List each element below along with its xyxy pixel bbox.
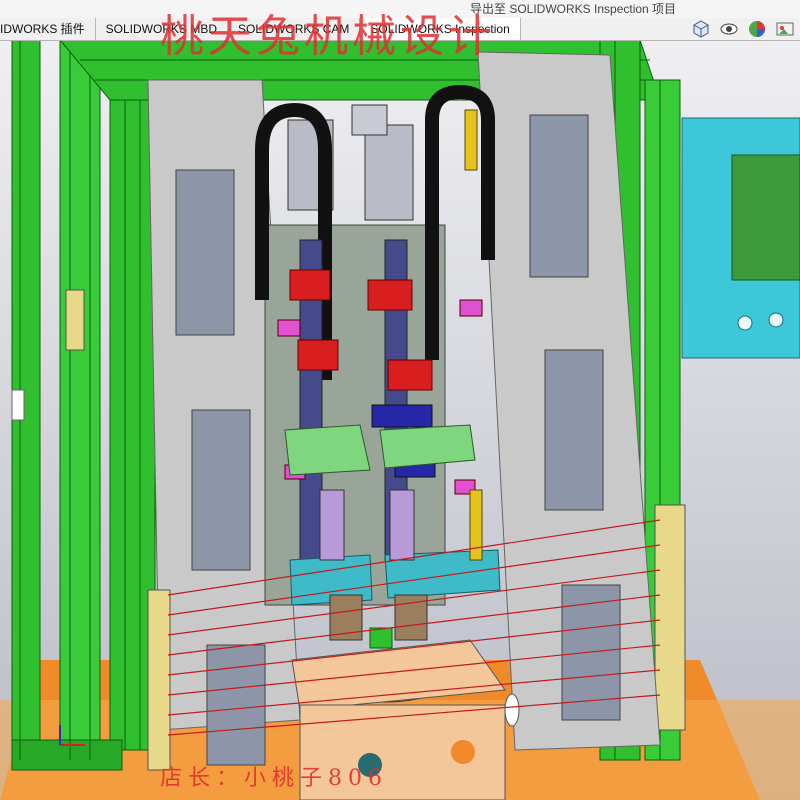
heads-up-view-toolbar [692, 20, 794, 38]
hmi-panel [681, 117, 800, 359]
view-orientation-icon[interactable] [692, 20, 710, 38]
export-inspection-hint[interactable]: 导出至 SOLIDWORKS Inspection 项目 [470, 0, 676, 17]
graphics-viewport[interactable] [0, 0, 800, 800]
left-sensor [11, 389, 25, 421]
watermark-title: 桃天兔机械设计 [160, 11, 496, 62]
appearance-icon[interactable] [748, 20, 766, 38]
watermark-footer: 店长：小桃子806 [160, 766, 388, 791]
hide-show-icon[interactable] [720, 20, 738, 38]
tab-solidworks-addins[interactable]: IDWORKS 插件 [0, 18, 96, 40]
scene-icon[interactable] [776, 20, 794, 38]
left-bracket [65, 289, 85, 351]
left-frame [11, 39, 156, 771]
cad-model-svg [0, 0, 800, 800]
